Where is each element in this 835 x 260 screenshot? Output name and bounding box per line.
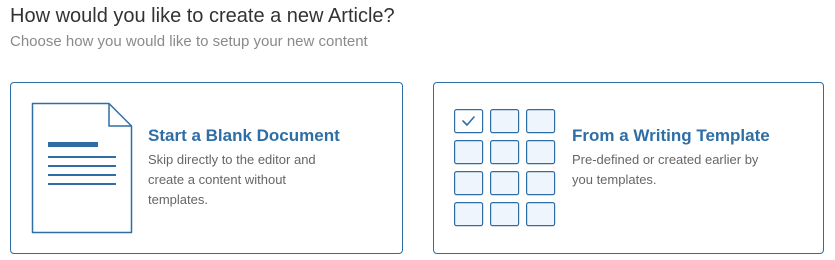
blank-document-description: Skip directly to the editor and create a… — [148, 152, 316, 207]
page-title: How would you like to create a new Artic… — [10, 5, 395, 27]
template-grid-icon — [454, 109, 556, 227]
blank-document-option[interactable]: Start a Blank Document Skip directly to … — [10, 82, 403, 254]
document-icon — [31, 102, 133, 234]
writing-template-option[interactable]: From a Writing Template Pre-defined or c… — [433, 82, 824, 254]
writing-template-description: Pre-defined or created earlier by you te… — [572, 152, 759, 187]
blank-document-title: Start a Blank Document — [148, 126, 340, 145]
page-subtitle: Choose how you would like to setup your … — [10, 33, 368, 50]
writing-template-title: From a Writing Template — [572, 126, 770, 145]
